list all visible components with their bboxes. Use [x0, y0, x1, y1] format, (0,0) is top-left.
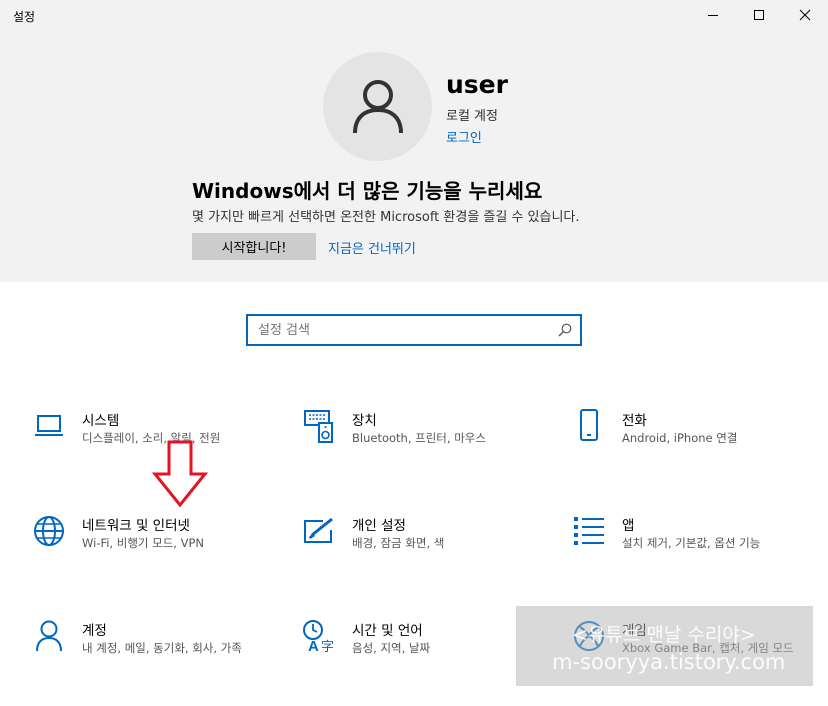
- tile-name: 시스템: [82, 413, 120, 429]
- promo-title: Windows에서 더 많은 기능을 누리세요: [192, 179, 543, 203]
- tile-description: Bluetooth, 프린터, 마우스: [352, 431, 486, 445]
- login-link[interactable]: 로그인: [446, 127, 482, 146]
- promo-description: 몇 가지만 빠르게 선택하면 온전한 Microsoft 환경을 즐길 수 있습…: [192, 210, 580, 225]
- laptop-icon: [32, 409, 66, 443]
- user-avatar-icon: [352, 79, 403, 133]
- devices-icon: [302, 409, 336, 443]
- svg-text:字: 字: [321, 640, 334, 653]
- tile-devices[interactable]: 장치 Bluetooth, 프린터, 마우스: [302, 409, 552, 479]
- settings-search-box[interactable]: [246, 314, 582, 346]
- time-language-icon: A字: [302, 619, 336, 653]
- tile-personalization[interactable]: 개인 설정 배경, 잠금 화면, 색: [302, 514, 552, 584]
- watermark-line2: m-sooryya.tistory.com: [552, 650, 786, 674]
- username: user: [446, 70, 508, 99]
- tile-description: Android, iPhone 연결: [622, 431, 738, 445]
- search-icon[interactable]: [558, 323, 572, 337]
- window-title: 설정: [13, 10, 36, 24]
- watermark: <유튜브 맨날 수리야> m-sooryya.tistory.com: [516, 606, 813, 686]
- tile-description: Wi-Fi, 비행기 모드, VPN: [82, 536, 205, 550]
- tile-name: 네트워크 및 인터넷: [82, 518, 190, 534]
- minimize-button[interactable]: [690, 0, 736, 30]
- tile-description: 내 계정, 메일, 동기화, 회사, 가족: [82, 641, 242, 655]
- tile-description: 배경, 잠금 화면, 색: [352, 536, 445, 550]
- search-input[interactable]: [248, 316, 548, 344]
- avatar[interactable]: [323, 52, 432, 161]
- account-type-label: 로컬 계정: [446, 109, 498, 124]
- maximize-button[interactable]: [736, 0, 782, 30]
- personalization-icon: [302, 514, 336, 548]
- person-icon: [32, 619, 66, 653]
- tile-accounts[interactable]: 계정 내 계정, 메일, 동기화, 회사, 가족: [32, 619, 282, 689]
- tile-time-language[interactable]: A字 시간 및 언어 음성, 지역, 날짜: [302, 619, 552, 689]
- tile-apps[interactable]: 앱 설치 제거, 기본값, 옵션 기능: [572, 514, 822, 584]
- tile-name: 전화: [622, 413, 647, 429]
- tile-name: 계정: [82, 623, 107, 639]
- tile-description: 설치 제거, 기본값, 옵션 기능: [622, 536, 761, 550]
- red-arrow-annotation-icon: [152, 440, 208, 508]
- tile-description: 음성, 지역, 날짜: [352, 641, 431, 655]
- start-button[interactable]: 시작합니다!: [192, 233, 316, 260]
- svg-text:A: A: [308, 638, 319, 653]
- tile-name: 시간 및 언어: [352, 623, 423, 639]
- tile-name: 장치: [352, 413, 377, 429]
- globe-icon: [32, 514, 66, 548]
- tile-network[interactable]: 네트워크 및 인터넷 Wi-Fi, 비행기 모드, VPN: [32, 514, 282, 584]
- tile-name: 개인 설정: [352, 518, 406, 534]
- maximize-icon: [754, 10, 764, 20]
- minimize-icon: [708, 15, 718, 16]
- watermark-line1: <유튜브 맨날 수리야>: [572, 624, 756, 646]
- tile-name: 앱: [622, 518, 635, 534]
- close-icon: [799, 9, 811, 21]
- tile-phone[interactable]: 전화 Android, iPhone 연결: [572, 409, 822, 479]
- close-button[interactable]: [782, 0, 828, 30]
- title-bar: 설정: [0, 0, 828, 30]
- phone-icon: [572, 409, 606, 443]
- skip-link[interactable]: 지금은 건너뛰기: [328, 238, 416, 257]
- apps-list-icon: [572, 514, 606, 548]
